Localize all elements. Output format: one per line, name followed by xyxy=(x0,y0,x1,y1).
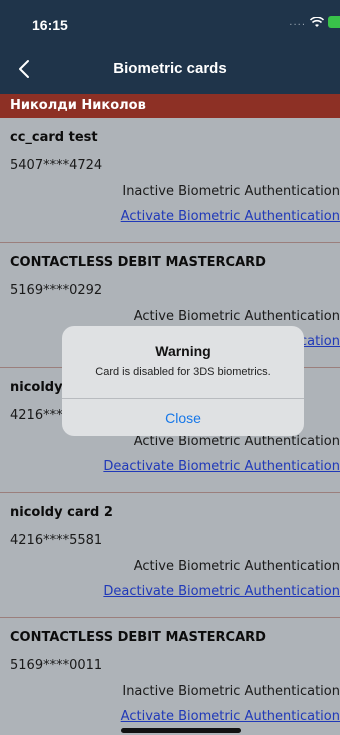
alert-message: Card is disabled for 3DS biometrics. xyxy=(95,366,271,378)
warning-alert-dialog: Warning Card is disabled for 3DS biometr… xyxy=(62,326,304,436)
home-indicator[interactable] xyxy=(121,728,241,733)
close-button[interactable]: Close xyxy=(62,399,304,436)
alert-title: Warning xyxy=(155,343,211,359)
